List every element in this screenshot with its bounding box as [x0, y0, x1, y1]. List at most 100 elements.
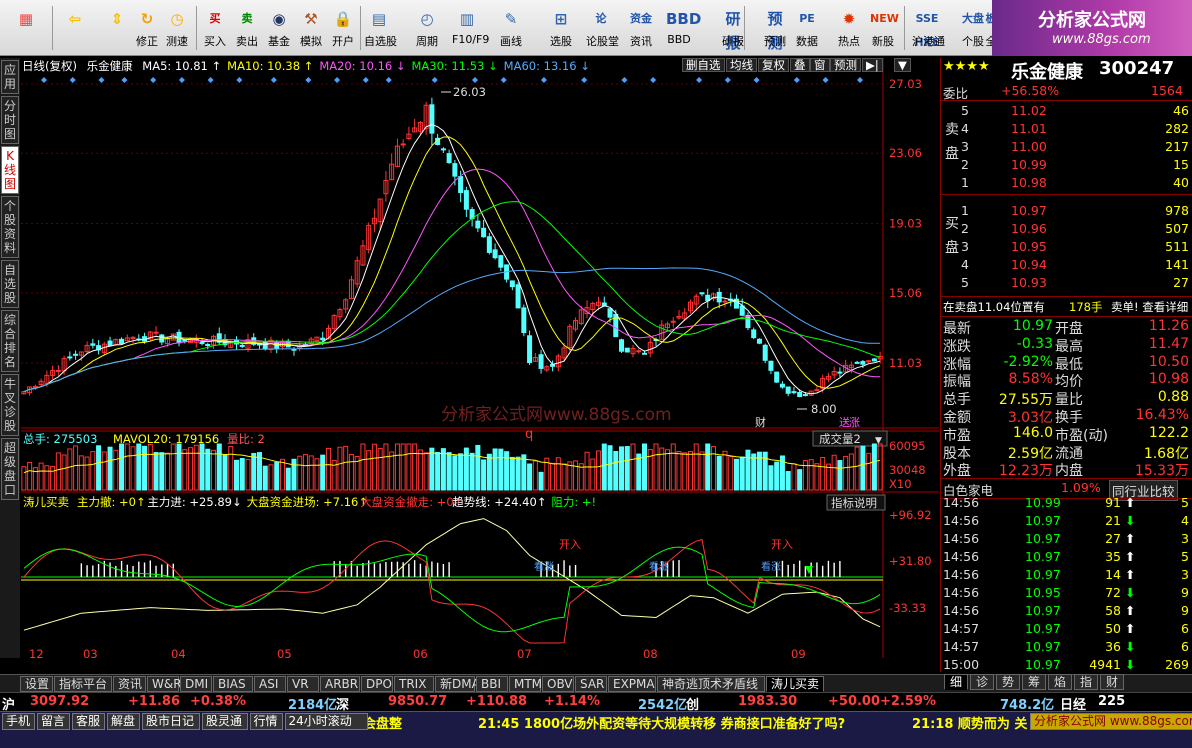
indicator-tab-16[interactable]: EXPMA [608, 676, 656, 692]
status-item-1[interactable]: 留言 [37, 713, 70, 730]
up-down-arrows-button[interactable]: ⇕ [102, 4, 132, 54]
status-item-4[interactable]: 股市日记 [142, 713, 200, 730]
left-tab-1[interactable]: 分 时 图 [1, 96, 19, 144]
hk-connect-button[interactable]: SSE HKE 沪港通 [912, 4, 945, 54]
indicator-tab-1[interactable]: 指标平台 [54, 676, 112, 692]
quote-tab-6[interactable]: 财 [1100, 674, 1124, 690]
info-button[interactable]: 资金 资讯 [626, 4, 656, 54]
stock-pick-button[interactable]: ⊞ 选股 [546, 4, 576, 54]
brand-logo: 分析家公式网 www.88gs.com [992, 0, 1192, 56]
left-tab-4[interactable]: 自 选 股 [1, 260, 19, 308]
chart-button-7[interactable]: ▼ [894, 58, 911, 72]
status-item-7[interactable]: 24小时滚动 [284, 713, 368, 730]
indicator-tab-14[interactable]: OBV [542, 676, 574, 692]
sell-button[interactable]: 卖卖出 [232, 4, 262, 54]
hot-button[interactable]: ✹ 热点 [834, 4, 864, 54]
indicator-tab-6[interactable]: ASI [254, 676, 286, 692]
volume-bar [716, 455, 722, 491]
chart-button-5[interactable]: 预测 [830, 58, 861, 72]
quote-tab-3[interactable]: 筹 [1022, 674, 1046, 690]
status-item-0[interactable]: 手机 [2, 713, 35, 730]
watchlist-button[interactable]: ▤ 自选股 [364, 4, 397, 54]
quote-tab-2[interactable]: 势 [996, 674, 1020, 690]
quote-tab-0[interactable]: 细 [944, 674, 968, 690]
tick-volume: 27 [1105, 531, 1121, 546]
status-item-6[interactable]: 行情 [249, 713, 283, 730]
indicator-tab-7[interactable]: VR [287, 676, 319, 692]
left-tab-3[interactable]: 个 股 资 料 [1, 196, 19, 258]
lock-button[interactable]: 🔒 开户 [328, 4, 358, 54]
volume-bar [429, 447, 435, 491]
status-item-2[interactable]: 客服 [72, 713, 105, 730]
buy-button[interactable]: 买买入 [200, 4, 230, 54]
indicator-tab-12[interactable]: BBI [476, 676, 508, 692]
left-tab-6[interactable]: 牛 叉 诊 股 [1, 374, 19, 436]
tick-count: 3 [1181, 567, 1189, 582]
tick-volume: 36 [1105, 639, 1121, 654]
big-order-detail-link[interactable]: 卖单! 查看详细 [1111, 299, 1188, 315]
indicator-tab-5[interactable]: BIAS [213, 676, 253, 692]
forum-button[interactable]: 论论股堂 [586, 4, 619, 54]
ma-value-2: MA20: 10.16 ↓ [319, 59, 406, 73]
toolbar-separator [360, 6, 361, 50]
quote-tab-1[interactable]: 诊 [970, 674, 994, 690]
indicator-tab-3[interactable]: W&R [147, 676, 182, 692]
candle-body [400, 143, 406, 146]
back-arrow-button[interactable]: ⇦ [58, 4, 92, 54]
hammer-button[interactable]: ⚒ 模拟 [296, 4, 326, 54]
status-item-3[interactable]: 解盘 [107, 713, 140, 730]
indicator-tab-10[interactable]: TRIX [394, 676, 434, 692]
quote-row: 14:57 10.97 36 ⬇ 6 [941, 638, 1192, 656]
indicator-tab-8[interactable]: ARBR [320, 676, 360, 692]
f10-button[interactable]: ▥ F10/F9 [452, 4, 490, 54]
new-stock-button[interactable]: NEW 新股 [868, 4, 899, 54]
volume-bar [119, 443, 125, 491]
forecast-button[interactable]: 预测 预测 [760, 4, 790, 54]
chart-button-3[interactable]: 叠 [790, 58, 810, 72]
quote-row: 金额 3.03亿 换手 16.43% [941, 407, 1192, 426]
quote-tab-4[interactable]: 焰 [1048, 674, 1072, 690]
indicator-tab-4[interactable]: DMI [180, 676, 212, 692]
buy-price: 10.94 [1011, 257, 1047, 272]
tick-volume: 58 [1105, 603, 1121, 618]
indicator-tab-15[interactable]: SAR [575, 676, 607, 692]
indicator-tab-17[interactable]: 神奇逃顶术矛盾线 [657, 676, 765, 692]
chart-svg[interactable]: 27.03 23.06 19.03 15.06 11.03 26.03 8.00 分析家公式网… [21, 58, 939, 661]
news-headline-3[interactable]: 21:18 顺势而为 关 [912, 713, 1027, 732]
status-item-5[interactable]: 股灵通 [202, 713, 248, 730]
toolbar-label: F10/F9 [452, 33, 490, 46]
revise-button[interactable]: ↻ 修正 [132, 4, 162, 54]
indicator-tab-2[interactable]: 资讯 [113, 676, 146, 692]
grid-button[interactable]: ▦ [6, 4, 46, 54]
left-tab-2[interactable]: K 线 图 [1, 146, 19, 194]
clock-button[interactable]: ◷ 测速 [162, 4, 192, 54]
chart-button-4[interactable]: 窗 [810, 58, 830, 72]
bbd-button[interactable]: BBD BBD [664, 4, 701, 54]
sell-level: 3 [961, 139, 969, 154]
tick-time: 14:56 [943, 495, 980, 510]
left-tab-0[interactable]: 应 用 [1, 60, 19, 94]
pe-button[interactable]: PE 数据 [792, 4, 822, 54]
indicator-tab-11[interactable]: 新DMA [435, 676, 480, 692]
quote-tab-5[interactable]: 指 [1074, 674, 1098, 690]
kline-chart-area[interactable]: 27.03 23.06 19.03 15.06 11.03 26.03 8.00 分析家公式网… [21, 58, 939, 661]
quote-row: 14:57 10.97 50 ⬆ 6 [941, 620, 1192, 638]
indicator-tab-9[interactable]: DPO [361, 676, 393, 692]
left-tab-7[interactable]: 超 级 盘 口 [1, 438, 19, 500]
pen-button[interactable]: ✎ 画线 [496, 4, 526, 54]
chart-button-2[interactable]: 复权 [758, 58, 789, 72]
period-button[interactable]: ◴ 周期 [412, 4, 442, 54]
indicator-tab-13[interactable]: MTM [509, 676, 542, 692]
chart-button-0[interactable]: 删自选 [682, 58, 725, 72]
chart-button-6[interactable]: ▶| [862, 58, 883, 72]
news-headline-2[interactable]: 21:45 1800亿场外配资等待大规模转移 券商接口准备好了吗? [478, 713, 845, 732]
new-stock-icon: NEW [870, 12, 899, 25]
fund-button[interactable]: ◉ 基金 [264, 4, 294, 54]
indicator-tab-18[interactable]: 涛儿买卖 [766, 676, 824, 692]
quote-row: 3 10.95 511 [941, 238, 1192, 256]
candle-body [802, 394, 808, 397]
chart-button-1[interactable]: 均线 [726, 58, 757, 72]
left-tab-5[interactable]: 综 合 排 名 [1, 310, 19, 372]
quote-row: 14:56 10.99 91 ⬆ 5 [941, 494, 1192, 512]
indicator-tab-0[interactable]: 设置 [20, 676, 53, 692]
